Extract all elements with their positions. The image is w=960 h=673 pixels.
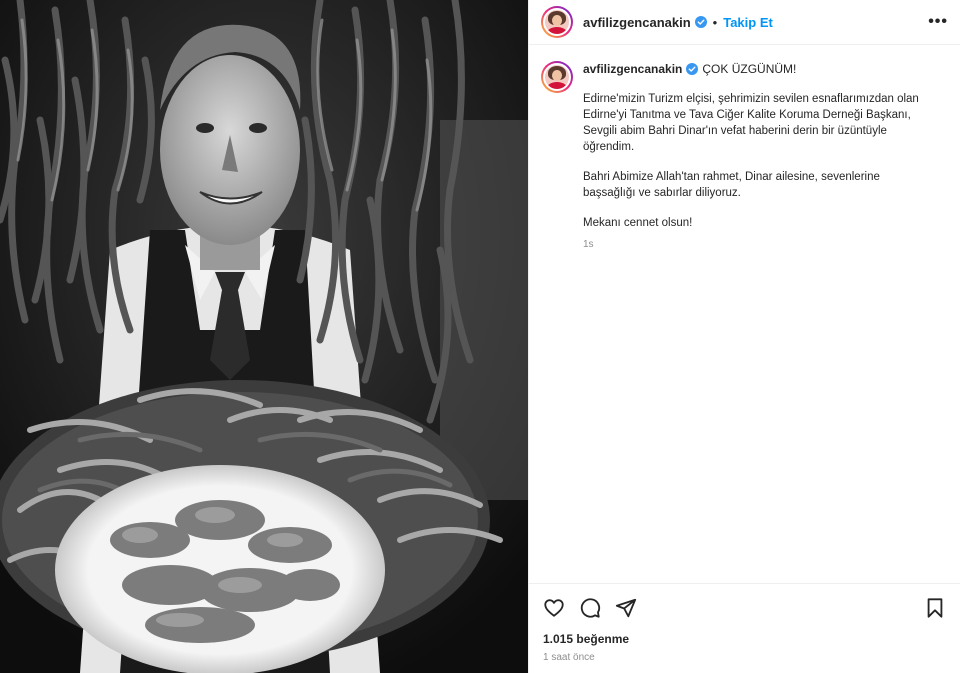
like-count[interactable]: 1.015 beğenme bbox=[543, 632, 946, 646]
caption-paragraph: Bahri Abimize Allah'tan rahmet, Dinar ai… bbox=[583, 171, 880, 199]
instagram-post: avfilizgencanakin • Takip Et ••• avfiliz bbox=[0, 0, 960, 673]
share-icon[interactable] bbox=[615, 597, 637, 619]
avatar-photo bbox=[543, 63, 571, 91]
post-header: avfilizgencanakin • Takip Et ••• bbox=[529, 0, 960, 45]
caption-head: avfilizgencanakin ÇOK ÜZGÜNÜM! bbox=[583, 61, 943, 77]
caption-paragraph: Edirne'mizin Turizm elçisi, şehrimizin s… bbox=[583, 93, 919, 153]
caption-username[interactable]: avfilizgencanakin bbox=[583, 61, 682, 77]
post-photo[interactable] bbox=[0, 0, 528, 673]
comment-icon[interactable] bbox=[579, 597, 601, 619]
bookmark-icon[interactable] bbox=[924, 597, 946, 619]
heart-icon[interactable] bbox=[543, 597, 565, 619]
author-avatar[interactable] bbox=[541, 6, 573, 38]
follow-button[interactable]: Takip Et bbox=[723, 15, 773, 30]
caption-paragraph: Mekanı cennet olsun! bbox=[583, 217, 693, 229]
separator-dot: • bbox=[712, 14, 718, 30]
caption-avatar[interactable] bbox=[541, 61, 573, 93]
caption-area: avfilizgencanakin ÇOK ÜZGÜNÜM! Edirne'mi… bbox=[529, 45, 960, 583]
verified-badge-icon bbox=[694, 16, 707, 28]
author-username[interactable]: avfilizgencanakin bbox=[583, 15, 691, 30]
caption-title: ÇOK ÜZGÜNÜM! bbox=[702, 62, 797, 76]
caption-row: avfilizgencanakin ÇOK ÜZGÜNÜM! Edirne'mi… bbox=[541, 61, 948, 253]
post-actions: 1.015 beğenme 1 saat önce bbox=[529, 583, 960, 673]
post-side-panel: avfilizgencanakin • Takip Et ••• avfiliz bbox=[528, 0, 960, 673]
avatar-photo bbox=[543, 8, 571, 36]
verified-badge-icon bbox=[686, 63, 699, 75]
post-image bbox=[0, 0, 528, 673]
caption-body: avfilizgencanakin ÇOK ÜZGÜNÜM! Edirne'mi… bbox=[583, 61, 943, 253]
caption-timestamp: 1s bbox=[583, 239, 594, 250]
post-timestamp[interactable]: 1 saat önce bbox=[543, 652, 946, 663]
more-options-icon[interactable]: ••• bbox=[928, 13, 948, 31]
action-icons bbox=[543, 596, 946, 620]
